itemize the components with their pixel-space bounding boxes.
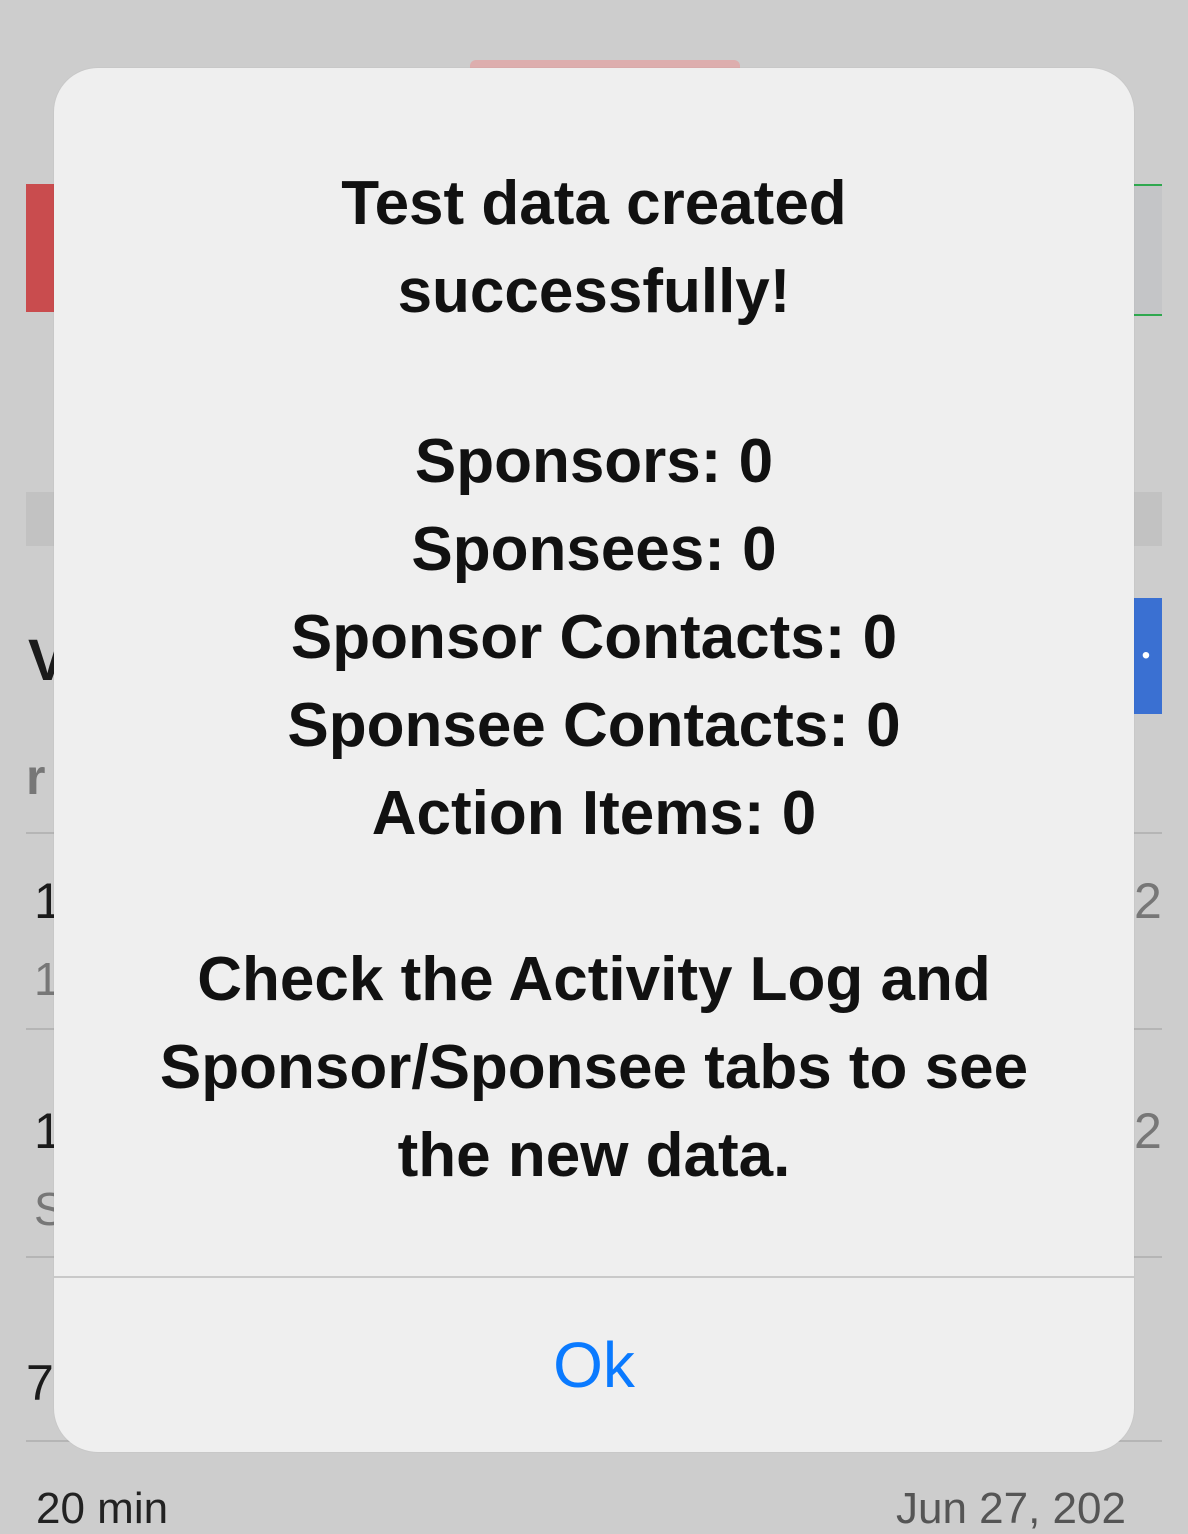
alert-note: Check the Activity Log and Sponsor/Spons… [114,936,1074,1200]
alert-note-line: Check the Activity Log and [197,945,991,1014]
alert-title: Test data created successfully! [114,160,1074,336]
alert-note-line: Sponsor/Sponsee tabs to see [159,1033,1029,1102]
alert-title-line: Test data created [341,169,847,238]
background-date: Jun 27, 202 [896,1484,1126,1533]
sponsor-contacts-count: Sponsor Contacts: 0 [290,603,898,672]
alert-counts-list: Sponsors: 0 Sponsees: 0 Sponsor Contacts… [94,418,1094,858]
background-row1-date: 2 [1134,873,1162,929]
alert-message: Test data created successfully! Sponsors… [54,68,1134,1276]
background-action-button: • [1130,598,1162,714]
alert-title-line: successfully! [397,257,791,326]
background-section-subheading: r [26,749,46,805]
alert-dialog: Test data created successfully! Sponsors… [54,68,1134,1452]
sponsee-contacts-count: Sponsee Contacts: 0 [287,691,901,760]
alert-note-line: the new data. [397,1121,791,1190]
background-duration: 20 min [36,1484,169,1533]
ok-button[interactable]: Ok [54,1278,1134,1452]
sponsors-count: Sponsors: 0 [414,427,774,496]
sponsees-count: Sponsees: 0 [411,515,777,584]
background-row2-date: 2 [1134,1103,1162,1159]
action-items-count: Action Items: 0 [371,779,817,848]
